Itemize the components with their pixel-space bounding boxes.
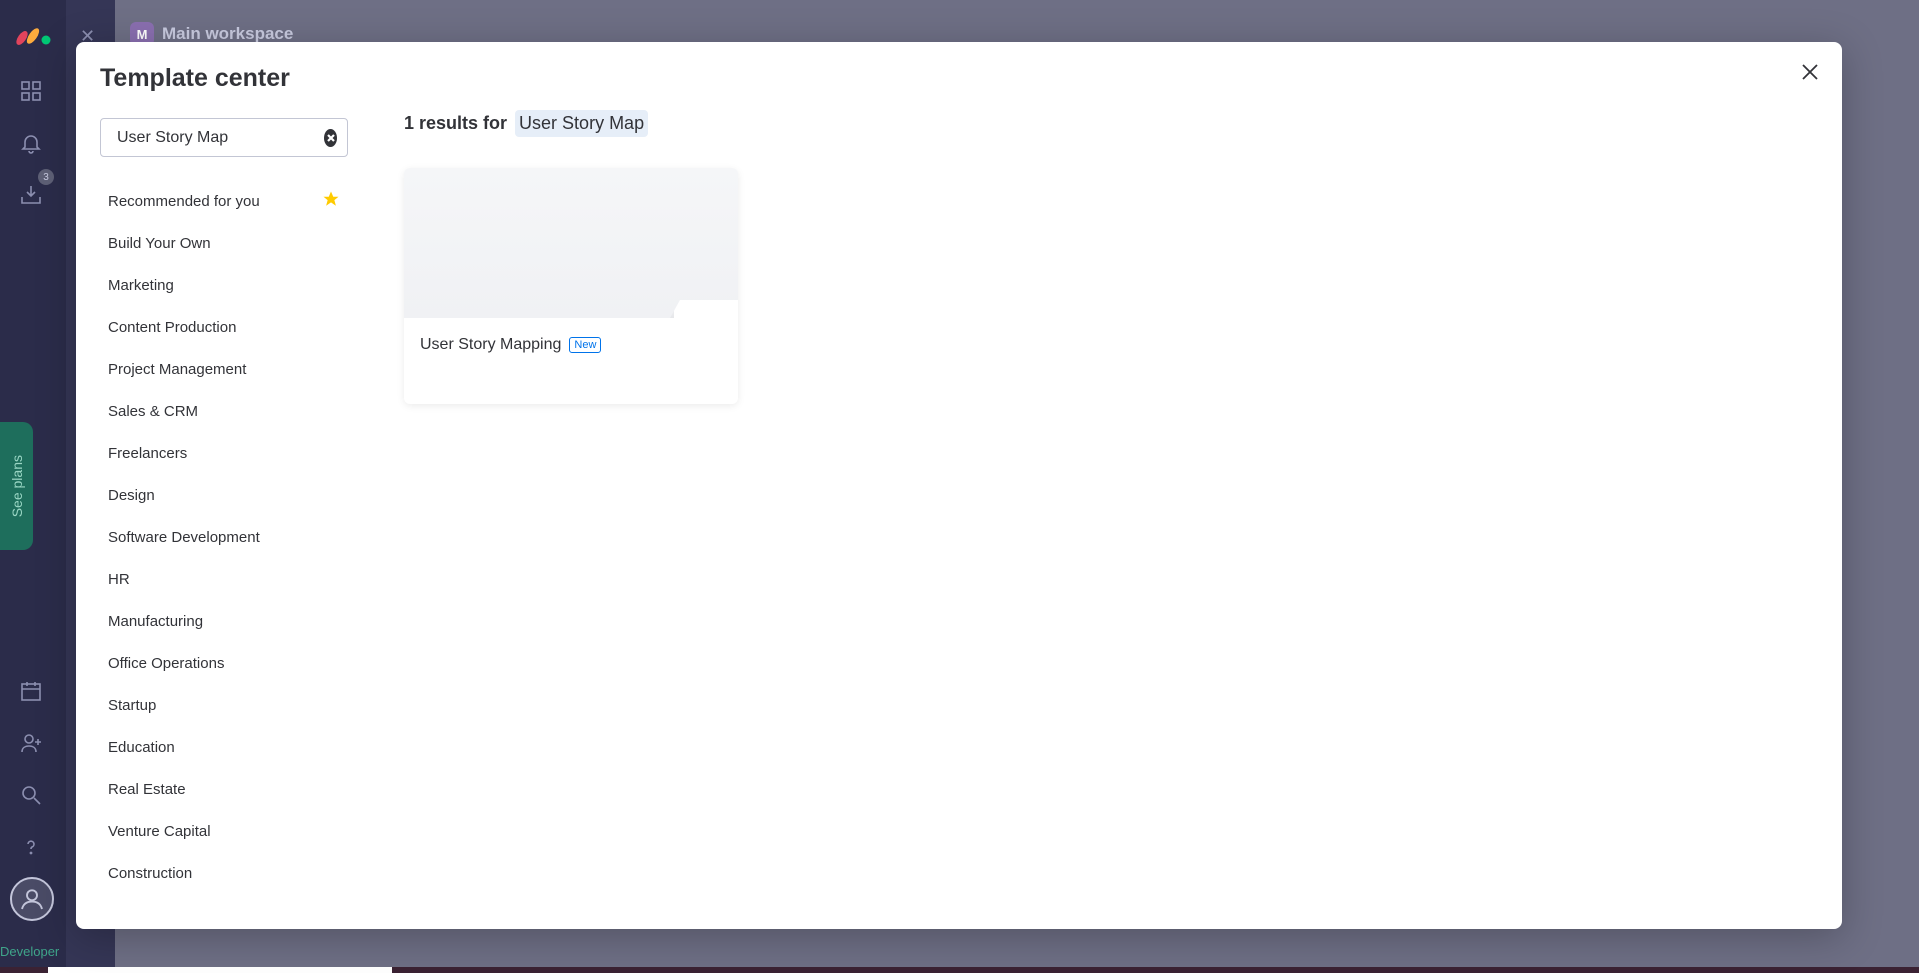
monday-logo-icon[interactable] [14, 20, 54, 48]
category-label: Build Your Own [108, 234, 211, 252]
close-button[interactable] [1794, 56, 1826, 88]
category-label: Office Operations [108, 654, 225, 672]
category-label: Startup [108, 696, 157, 714]
category-education[interactable]: Education [100, 726, 348, 768]
add-user-icon[interactable] [18, 730, 44, 756]
category-recommended[interactable]: Recommended for you [100, 180, 348, 222]
left-rail: 3 See plans Developer [0, 0, 66, 973]
category-content-production[interactable]: Content Production [100, 306, 348, 348]
results-count: 1 results for [404, 113, 508, 133]
category-hr[interactable]: HR [100, 558, 348, 600]
category-freelancers[interactable]: Freelancers [100, 432, 348, 474]
workspace-name: Main workspace [162, 24, 294, 43]
clear-search-icon[interactable] [324, 128, 337, 147]
category-label: Project Management [108, 360, 247, 378]
category-label: Education [108, 738, 175, 756]
new-badge: New [569, 337, 602, 353]
category-marketing[interactable]: Marketing [100, 264, 348, 306]
search-input[interactable] [117, 128, 324, 147]
category-build-your-own[interactable]: Build Your Own [100, 222, 348, 264]
card-thumbnail [404, 168, 738, 318]
category-manufacturing[interactable]: Manufacturing [100, 600, 348, 642]
category-label: Design [108, 486, 155, 504]
notification-count-badge: 3 [38, 169, 54, 185]
category-label: Construction [108, 864, 193, 882]
category-office-operations[interactable]: Office Operations [100, 642, 348, 684]
search-icon[interactable] [18, 782, 44, 808]
card-title: User Story Mapping [420, 336, 562, 353]
see-plans-button[interactable]: See plans [0, 422, 33, 550]
modal-title: Template center [100, 64, 290, 92]
star-icon [322, 190, 340, 212]
help-icon[interactable] [18, 834, 44, 860]
category-venture-capital[interactable]: Venture Capital [100, 810, 348, 852]
category-sales-crm[interactable]: Sales & CRM [100, 390, 348, 432]
category-label: Sales & CRM [108, 402, 199, 420]
grid-icon[interactable] [18, 78, 44, 104]
results-header: 1 results for User Story Map [404, 110, 649, 137]
category-construction[interactable]: Construction [100, 852, 348, 894]
bottom-strip [0, 967, 1919, 973]
category-project-management[interactable]: Project Management [100, 348, 348, 390]
category-list: Recommended for you Build Your Own Marke… [100, 180, 348, 894]
category-label: Recommended for you [108, 192, 260, 210]
developer-label: Developer [0, 944, 60, 959]
category-label: Marketing [108, 276, 174, 294]
calendar-icon[interactable] [18, 678, 44, 704]
card-title-row: User Story Mapping New [420, 336, 602, 354]
category-label: Software Development [108, 528, 260, 546]
inbox-download-icon[interactable] [18, 182, 44, 208]
template-card[interactable]: User Story Mapping New [404, 168, 738, 404]
template-center-modal: Template center Recommended for you Buil… [76, 42, 1842, 929]
category-label: HR [108, 570, 130, 588]
see-plans-label: See plans [8, 454, 25, 518]
avatar[interactable] [10, 877, 54, 921]
category-label: Venture Capital [108, 822, 211, 840]
category-design[interactable]: Design [100, 474, 348, 516]
category-label: Real Estate [108, 780, 186, 798]
close-icon [1802, 64, 1818, 80]
category-label: Freelancers [108, 444, 188, 462]
results-query: User Story Map [515, 110, 649, 137]
category-startup[interactable]: Startup [100, 684, 348, 726]
category-label: Content Production [108, 318, 237, 336]
category-real-estate[interactable]: Real Estate [100, 768, 348, 810]
category-label: Manufacturing [108, 612, 204, 630]
category-software-development[interactable]: Software Development [100, 516, 348, 558]
search-field[interactable] [100, 118, 348, 157]
bell-icon[interactable] [18, 130, 44, 156]
